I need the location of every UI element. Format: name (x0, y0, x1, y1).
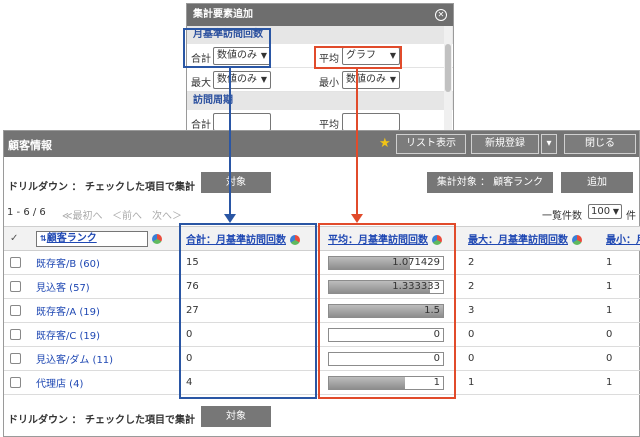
pager-first[interactable]: ≪最初へ (62, 207, 102, 222)
max-cell: 0 (462, 346, 600, 371)
row-checkbox[interactable] (10, 256, 21, 268)
row-checkbox[interactable] (10, 376, 21, 388)
rank-sort-box[interactable]: ⇅顧客ランク (36, 230, 148, 247)
row-checkbox-cell[interactable] (4, 250, 30, 275)
avg-select-2[interactable] (342, 113, 400, 130)
rank-header-label[interactable]: 顧客ランク (47, 233, 97, 244)
avg-column-highlight (318, 223, 456, 399)
popup-title: 集計要素追加 (193, 9, 253, 20)
row-checkbox[interactable] (10, 328, 21, 340)
row-checkbox-cell[interactable] (4, 298, 30, 323)
list-view-button[interactable]: リスト表示 (396, 134, 466, 154)
row-checkbox[interactable] (10, 304, 21, 316)
aggregate-target-label[interactable]: 集計対象 ： 顧客ランク (427, 172, 553, 193)
row-checkbox[interactable] (10, 352, 21, 364)
chart-icon[interactable] (572, 235, 582, 245)
max-select[interactable]: 数値のみ ▼ (213, 71, 271, 89)
rank-cell[interactable]: 代理店 (4) (30, 370, 180, 395)
max-cell: 0 (462, 322, 600, 347)
new-register-dropdown[interactable]: ▾ (541, 134, 557, 154)
sort-icon: ⇅ (40, 233, 47, 243)
min-cell: 1 (600, 250, 640, 275)
min-cell: 1 (600, 274, 640, 299)
add-button[interactable]: 追加 (561, 172, 633, 193)
row-checkbox-cell[interactable] (4, 370, 30, 395)
popup-scrollbar[interactable] (444, 26, 452, 130)
sum-arrowhead (224, 214, 236, 223)
min-select-value: 数値のみ (346, 74, 386, 85)
max-cell: 1 (462, 370, 600, 395)
per-page-label: 一覧件数 (542, 211, 582, 222)
new-register-button[interactable]: 新規登録 (471, 134, 539, 154)
max-header[interactable]: 最大：月基準訪問回数 (462, 226, 600, 251)
chevron-down-icon: ▼ (612, 207, 619, 216)
min-label: 最小 (319, 78, 339, 89)
max-select-value: 数値のみ (217, 74, 257, 85)
rank-cell[interactable]: 既存客/B (60) (30, 250, 180, 275)
max-header-label[interactable]: 最大：月基準訪問回数 (468, 235, 568, 246)
star-icon[interactable]: ★ (379, 136, 391, 151)
target-button-bottom[interactable]: 対象 (201, 406, 271, 427)
rank-cell[interactable]: 見込客 (57) (30, 274, 180, 299)
close-button[interactable]: 閉じる (564, 134, 636, 154)
drilldown-text: ドリルダウン ： チェックした項目で集計 (8, 182, 195, 193)
avg-label-2: 平均 (319, 120, 339, 131)
close-icon[interactable]: ✕ (435, 9, 447, 21)
chevron-down-icon: ▼ (260, 75, 267, 84)
popup-header: 集計要素追加 ✕ (187, 4, 453, 26)
max-cell: 2 (462, 274, 600, 299)
max-label: 最大 (191, 78, 211, 89)
max-cell: 3 (462, 298, 600, 323)
rank-cell[interactable]: 見込客/ダム (11) (30, 346, 180, 371)
per-page-unit: 件 (626, 211, 636, 222)
popup-avg-highlight (314, 46, 402, 69)
min-select[interactable]: 数値のみ ▼ (342, 71, 400, 89)
sum-label-2: 合計 (191, 120, 211, 131)
window-titlebar: 顧客情報 ★ リスト表示 新規登録 ▾ 閉じる (4, 131, 639, 157)
chevron-down-icon: ▼ (389, 75, 396, 84)
min-cell: 1 (600, 298, 640, 323)
per-page-value: 100 (591, 206, 611, 217)
max-cell: 2 (462, 250, 600, 275)
popup-row: 最大 数値のみ ▼ 最小 数値のみ ▼ (187, 68, 453, 92)
bottom-toolbar: ドリルダウン ： チェックした項目で集計 対象 (4, 403, 639, 433)
avg-arrow-line (356, 69, 358, 216)
min-header[interactable]: 最小：月 (600, 226, 640, 251)
rank-cell[interactable]: 既存客/C (19) (30, 322, 180, 347)
row-checkbox-cell[interactable] (4, 274, 30, 299)
drilldown-text-bottom: ドリルダウン ： チェックした項目で集計 (8, 415, 195, 426)
row-checkbox-cell[interactable] (4, 346, 30, 371)
avg-arrowhead (351, 214, 363, 223)
window-title: 顧客情報 (8, 139, 52, 152)
pager-next[interactable]: 次へ＞ (152, 207, 182, 222)
scrollbar-thumb[interactable] (445, 44, 451, 92)
row-checkbox-cell[interactable] (4, 322, 30, 347)
popup-sum-highlight (183, 28, 271, 68)
row-checkbox[interactable] (10, 280, 21, 292)
check-icon[interactable]: ✓ (10, 233, 18, 244)
pager-prev[interactable]: ＜前へ (112, 207, 142, 222)
popup-section-title-2: 訪問周期 (187, 92, 453, 110)
per-page-select[interactable]: 100 ▼ (588, 204, 622, 219)
target-button[interactable]: 対象 (201, 172, 271, 193)
sum-select-2[interactable] (213, 113, 271, 130)
min-cell: 1 (600, 370, 640, 395)
pager-range: 1 - 6 / 6 (7, 207, 46, 218)
sum-arrow-line (229, 68, 231, 216)
chart-icon[interactable] (152, 233, 162, 244)
min-header-label[interactable]: 最小：月 (606, 235, 640, 246)
popup-row: 合計 平均 (187, 110, 453, 131)
min-cell: 0 (600, 346, 640, 371)
chevron-down-icon: ▾ (546, 138, 552, 149)
select-all-header[interactable]: ✓ (4, 226, 30, 251)
rank-header[interactable]: ⇅顧客ランク (30, 226, 180, 251)
min-cell: 0 (600, 322, 640, 347)
sum-column-highlight (179, 223, 317, 399)
rank-cell[interactable]: 既存客/A (19) (30, 298, 180, 323)
